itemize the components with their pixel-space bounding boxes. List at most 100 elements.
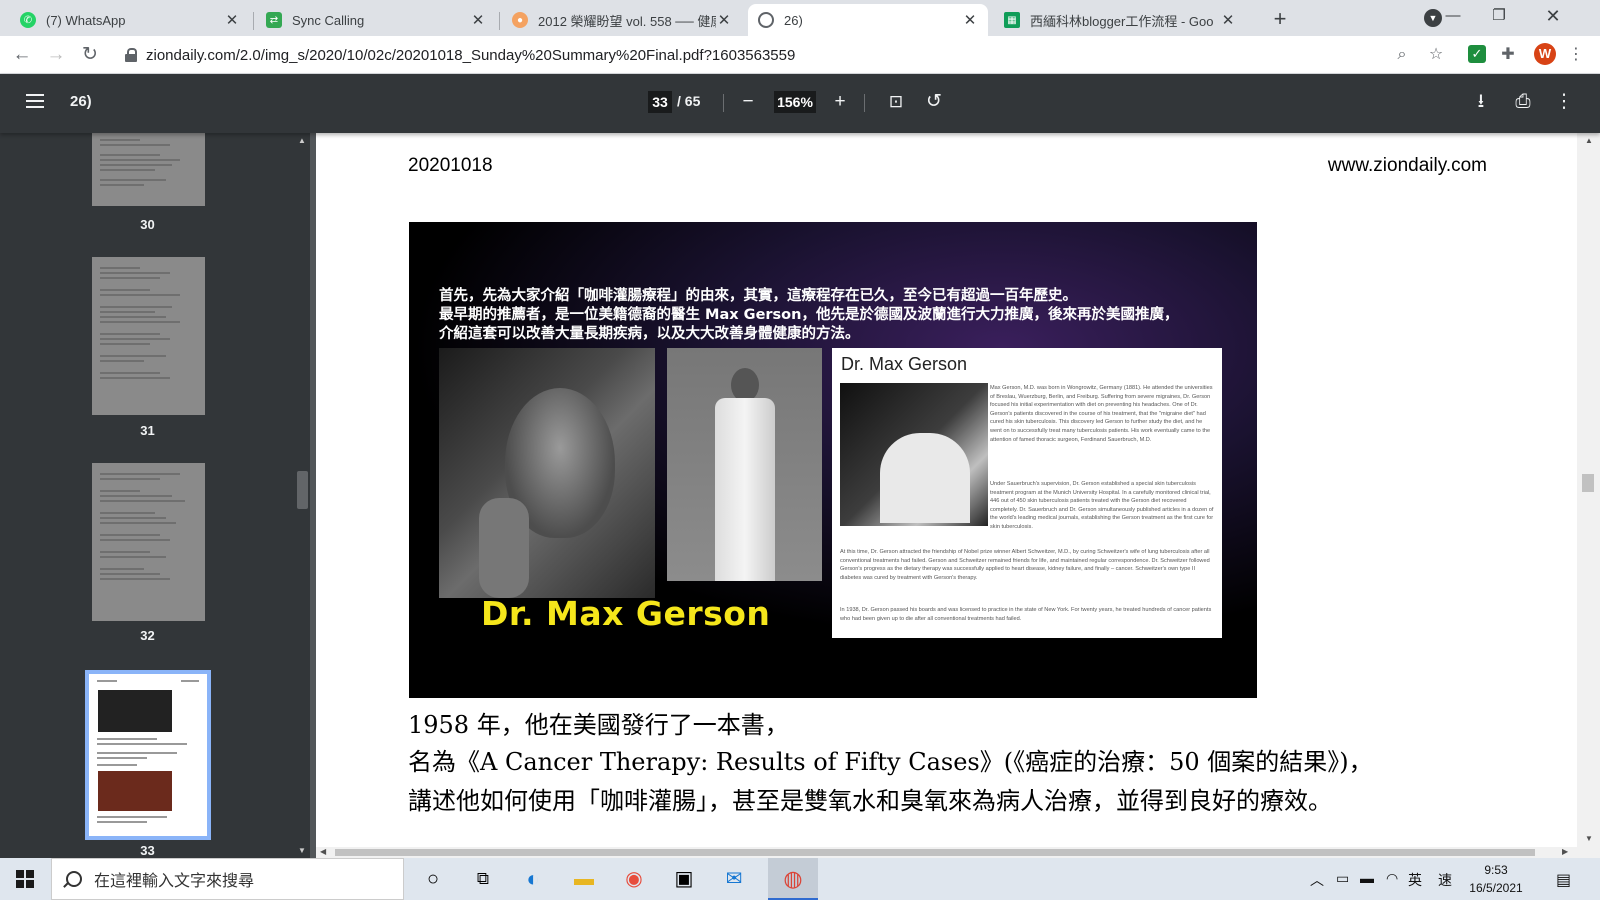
tab-google-sheets[interactable]: ▦ 西緬科林blogger工作流程 - Goo ✕ <box>994 4 1246 36</box>
thumbnail-page-30[interactable] <box>92 133 205 206</box>
tab-title: (7) WhatsApp <box>46 12 126 28</box>
forward-arrow-icon[interactable]: → <box>44 43 68 67</box>
reload-icon[interactable]: ↻ <box>78 43 102 67</box>
fit-page-icon[interactable]: ⊡ <box>884 90 908 114</box>
sidebar-scroll-thumb[interactable] <box>297 471 308 509</box>
edge-icon[interactable]: ◐ <box>521 867 545 891</box>
page-vertical-scrollbar[interactable] <box>1577 133 1600 858</box>
wifi-icon[interactable]: ◠ <box>1386 870 1398 887</box>
close-icon[interactable]: ✕ <box>470 11 486 29</box>
card-photo-coat <box>880 433 970 523</box>
new-tab-button[interactable]: + <box>1266 6 1294 34</box>
page-number-input[interactable]: 33 <box>648 91 672 113</box>
store-icon[interactable]: ▣ <box>672 867 696 891</box>
card-title: Dr. Max Gerson <box>841 354 968 374</box>
thumb-text-line <box>97 821 147 823</box>
hamburger-menu-icon[interactable] <box>26 94 44 108</box>
print-icon[interactable]: ⎙ <box>1511 90 1535 114</box>
thumb-text-line <box>97 752 177 754</box>
extension-check-icon[interactable]: ✓ <box>1468 45 1486 63</box>
tab-divider <box>499 12 500 30</box>
thumbnail-label: 31 <box>140 423 155 438</box>
body-text-line: 1958 年，他在美國發行了一本書， <box>408 711 789 739</box>
zoom-icon[interactable]: ⌕ <box>1392 45 1412 65</box>
close-icon[interactable]: ✕ <box>962 11 978 29</box>
search-icon <box>66 871 82 887</box>
scroll-right-icon[interactable]: ▶ <box>1562 847 1568 856</box>
close-icon[interactable]: ✕ <box>224 11 240 29</box>
tab-sync-calling[interactable]: ⇄ Sync Calling ✕ <box>256 4 496 36</box>
notification-icon[interactable]: ▤ <box>1556 870 1571 890</box>
close-window-icon[interactable]: ✕ <box>1530 0 1576 34</box>
windows-start-icon[interactable] <box>16 870 34 888</box>
tab-pdf-active[interactable]: 26) ✕ <box>748 4 988 36</box>
extensions-puzzle-icon[interactable]: ✚ <box>1498 45 1518 65</box>
tray-device-icon[interactable]: ▭ <box>1336 870 1349 887</box>
scroll-down-icon[interactable]: ▼ <box>298 846 306 855</box>
profile-avatar[interactable]: W <box>1534 43 1556 65</box>
minimize-icon[interactable]: — <box>1430 0 1476 34</box>
pdf-toolbar: 26) 33 / 65 − 156% + ⊡ ↺ ⭳ ⎙ ⋮ <box>0 74 1600 133</box>
mail-icon[interactable]: ✉ <box>722 867 746 891</box>
card-photo <box>840 383 988 526</box>
browser-toolbar: ← → ↻ ziondaily.com/2.0/img_s/2020/10/02… <box>0 36 1600 74</box>
card-paragraph: Max Gerson, M.D. was born in Wongrowitz,… <box>990 385 1213 443</box>
ime-mode-indicator[interactable]: 速 <box>1438 870 1452 890</box>
thumbnail-page-31[interactable] <box>92 257 205 415</box>
thumb-text-line <box>97 764 137 766</box>
download-icon[interactable]: ⭳ <box>1469 90 1493 114</box>
zoom-level-input[interactable]: 156% <box>774 91 816 113</box>
cortana-icon[interactable]: ○ <box>421 867 445 891</box>
name-caption: Dr. Max Gerson <box>481 594 771 633</box>
slide-text-line: 介紹這套可以改善大量長期疾病，以及大大改善身體健康的方法。 <box>439 326 860 342</box>
rotate-icon[interactable]: ↺ <box>922 90 946 114</box>
back-arrow-icon[interactable]: ← <box>10 43 34 67</box>
bookmark-star-icon[interactable]: ☆ <box>1426 45 1446 65</box>
task-view-icon[interactable]: ⧉ <box>471 867 495 891</box>
system-clock[interactable]: 9:53 16/5/2021 <box>1458 861 1534 897</box>
document-date: 20201018 <box>408 155 493 176</box>
thumbnail-page-33-selected[interactable] <box>85 670 211 840</box>
app-circle-icon[interactable]: ◉ <box>622 867 646 891</box>
sync-calling-icon: ⇄ <box>266 12 282 28</box>
horizontal-scroll-thumb[interactable] <box>335 849 1535 856</box>
thumbnail-page-32[interactable] <box>92 463 205 621</box>
scroll-left-icon[interactable]: ◀ <box>320 847 326 856</box>
standing-photo <box>667 348 822 581</box>
clock-time: 9:53 <box>1484 863 1508 877</box>
toolbar-divider <box>864 94 865 112</box>
restore-icon[interactable]: ❐ <box>1476 0 1522 34</box>
tab-strip: ✆ (7) WhatsApp ✕ ⇄ Sync Calling ✕ ● 2012… <box>0 0 1600 36</box>
browser-menu-icon[interactable]: ⋮ <box>1566 45 1586 65</box>
tab-title: Sync Calling <box>292 12 365 28</box>
thumb-text-line <box>97 680 117 682</box>
url-text[interactable]: ziondaily.com/2.0/img_s/2020/10/02c/2020… <box>146 47 795 64</box>
body-text-line: 講述他如何使用「咖啡灌腸」，甚至是雙氧水和臭氧來為病人治療，並得到良好的療效。 <box>408 787 1332 815</box>
portrait-hand <box>479 498 529 598</box>
thumbnail-label: 32 <box>140 628 155 643</box>
file-explorer-icon[interactable]: ▬ <box>572 867 596 891</box>
thumbnail-label: 33 <box>140 843 155 858</box>
slide-image: 首先，先為大家介紹「咖啡灌腸療程」的由來，其實，這療程存在已久，至今已有超過一百… <box>409 222 1257 698</box>
taskbar-search-box[interactable]: 在這裡輸入文字來搜尋 <box>51 858 404 900</box>
battery-icon[interactable]: ▬ <box>1360 870 1374 886</box>
sheets-icon: ▦ <box>1004 12 1020 28</box>
pdf-page: 20201018 www.ziondaily.com 首先，先為大家介紹「咖啡灌… <box>316 133 1577 847</box>
chrome-icon[interactable]: ◍ <box>781 867 805 891</box>
tray-chevron-icon[interactable]: ︿ <box>1310 870 1324 890</box>
address-bar[interactable]: ziondaily.com/2.0/img_s/2020/10/02c/2020… <box>116 40 1434 70</box>
scroll-down-icon[interactable]: ▼ <box>1585 834 1593 843</box>
zoom-in-icon[interactable]: + <box>828 90 852 114</box>
scroll-up-icon[interactable]: ▲ <box>298 136 306 145</box>
vertical-scroll-thumb[interactable] <box>1582 474 1594 492</box>
tab-whatsapp[interactable]: ✆ (7) WhatsApp ✕ <box>10 4 250 36</box>
ime-language-indicator[interactable]: 英 <box>1408 870 1422 890</box>
scroll-up-icon[interactable]: ▲ <box>1585 136 1593 145</box>
zoom-out-icon[interactable]: − <box>736 90 760 114</box>
tab-2012-article[interactable]: ● 2012 榮耀盼望 vol. 558 ── 健康 ✕ <box>502 4 742 36</box>
globe-icon <box>758 12 774 28</box>
close-icon[interactable]: ✕ <box>1220 11 1236 29</box>
more-options-icon[interactable]: ⋮ <box>1552 90 1576 114</box>
tab-title: 西緬科林blogger工作流程 - Goo <box>1030 13 1214 29</box>
close-icon[interactable]: ✕ <box>716 11 732 29</box>
